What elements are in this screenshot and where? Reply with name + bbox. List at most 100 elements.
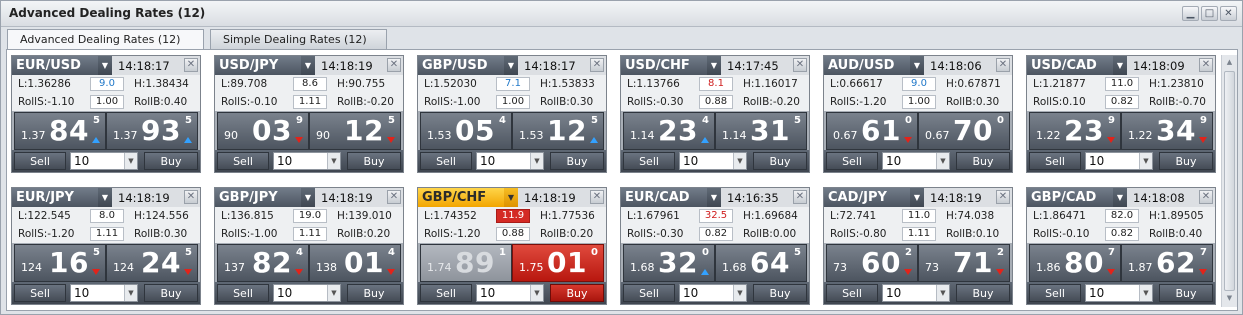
sell-price[interactable]: 1.68 32 0 [623, 244, 715, 282]
currency-pair-label[interactable]: GBP/USD [418, 56, 504, 75]
sell-button[interactable]: Sell [420, 284, 472, 302]
quantity-select[interactable]: 10 ▼ [1085, 152, 1153, 170]
buy-price[interactable]: 1.14 31 5 [715, 112, 807, 150]
close-tile-icon[interactable]: ✕ [1199, 58, 1213, 72]
sell-price[interactable]: 1.37 84 5 [14, 112, 106, 150]
quantity-select[interactable]: 10 ▼ [679, 152, 747, 170]
scrollbar-thumb[interactable] [1224, 71, 1235, 291]
quantity-select[interactable]: 10 ▼ [70, 284, 138, 302]
sell-button[interactable]: Sell [420, 152, 472, 170]
buy-price[interactable]: 124 24 5 [106, 244, 198, 282]
buy-price[interactable]: 1.87 62 7 [1121, 244, 1213, 282]
sell-button[interactable]: Sell [623, 284, 675, 302]
sell-button[interactable]: Sell [14, 152, 66, 170]
close-tile-icon[interactable]: ✕ [996, 58, 1010, 72]
currency-pair-label[interactable]: EUR/CAD [621, 188, 707, 207]
quantity-select[interactable]: 10 ▼ [273, 284, 341, 302]
pair-dropdown-icon[interactable]: ▼ [504, 56, 518, 75]
sell-button[interactable]: Sell [217, 152, 269, 170]
close-tile-icon[interactable]: ✕ [793, 58, 807, 72]
buy-button[interactable]: Buy [1159, 284, 1213, 302]
sell-price[interactable]: 1.22 23 9 [1029, 112, 1121, 150]
buy-button[interactable]: Buy [550, 284, 604, 302]
tab-simple-dealing-rates[interactable]: Simple Dealing Rates (12) [210, 29, 387, 49]
close-tile-icon[interactable]: ✕ [793, 190, 807, 204]
buy-button[interactable]: Buy [347, 152, 401, 170]
buy-button[interactable]: Buy [347, 284, 401, 302]
buy-button[interactable]: Buy [144, 152, 198, 170]
close-tile-icon[interactable]: ✕ [184, 190, 198, 204]
sell-price[interactable]: 1.74 89 1 [420, 244, 512, 282]
sell-price[interactable]: 90 03 9 [217, 112, 309, 150]
sell-button[interactable]: Sell [217, 284, 269, 302]
close-tile-icon[interactable]: ✕ [996, 190, 1010, 204]
currency-pair-label[interactable]: EUR/JPY [12, 188, 98, 207]
pair-dropdown-icon[interactable]: ▼ [504, 188, 518, 207]
chevron-down-icon[interactable]: ▼ [530, 285, 543, 301]
currency-pair-label[interactable]: GBP/CAD [1027, 188, 1113, 207]
currency-pair-label[interactable]: USD/CHF [621, 56, 707, 75]
quantity-select[interactable]: 10 ▼ [882, 152, 950, 170]
sell-price[interactable]: 137 82 4 [217, 244, 309, 282]
buy-price[interactable]: 1.22 34 9 [1121, 112, 1213, 150]
sell-price[interactable]: 1.86 80 7 [1029, 244, 1121, 282]
vertical-scrollbar[interactable]: ▲ ▼ [1221, 55, 1237, 307]
buy-button[interactable]: Buy [956, 152, 1010, 170]
sell-price[interactable]: 124 16 5 [14, 244, 106, 282]
pair-dropdown-icon[interactable]: ▼ [98, 56, 112, 75]
buy-price[interactable]: 1.53 12 5 [512, 112, 604, 150]
buy-button[interactable]: Buy [753, 284, 807, 302]
sell-button[interactable]: Sell [826, 284, 878, 302]
sell-price[interactable]: 1.53 05 4 [420, 112, 512, 150]
buy-button[interactable]: Buy [550, 152, 604, 170]
chevron-down-icon[interactable]: ▼ [327, 153, 340, 169]
chevron-down-icon[interactable]: ▼ [1139, 153, 1152, 169]
tab-advanced-dealing-rates[interactable]: Advanced Dealing Rates (12) [7, 29, 204, 50]
chevron-down-icon[interactable]: ▼ [1139, 285, 1152, 301]
close-tile-icon[interactable]: ✕ [590, 58, 604, 72]
chevron-down-icon[interactable]: ▼ [124, 285, 137, 301]
chevron-down-icon[interactable]: ▼ [936, 153, 949, 169]
close-tile-icon[interactable]: ✕ [184, 58, 198, 72]
pair-dropdown-icon[interactable]: ▼ [910, 188, 924, 207]
sell-button[interactable]: Sell [623, 152, 675, 170]
scroll-up-icon[interactable]: ▲ [1224, 57, 1235, 68]
sell-price[interactable]: 0.67 61 0 [826, 112, 918, 150]
close-tile-icon[interactable]: ✕ [387, 190, 401, 204]
chevron-down-icon[interactable]: ▼ [733, 153, 746, 169]
buy-price[interactable]: 0.67 70 0 [918, 112, 1010, 150]
pair-dropdown-icon[interactable]: ▼ [301, 56, 315, 75]
currency-pair-label[interactable]: USD/JPY [215, 56, 301, 75]
scroll-down-icon[interactable]: ▼ [1224, 293, 1235, 304]
chevron-down-icon[interactable]: ▼ [327, 285, 340, 301]
minimize-icon[interactable]: ▁ [1182, 6, 1199, 21]
buy-price[interactable]: 1.37 93 5 [106, 112, 198, 150]
maximize-icon[interactable]: □ [1201, 6, 1218, 21]
quantity-select[interactable]: 10 ▼ [882, 284, 950, 302]
buy-price[interactable]: 1.68 64 5 [715, 244, 807, 282]
buy-price[interactable]: 73 71 2 [918, 244, 1010, 282]
currency-pair-label[interactable]: EUR/USD [12, 56, 98, 75]
sell-button[interactable]: Sell [1029, 284, 1081, 302]
close-tile-icon[interactable]: ✕ [1199, 190, 1213, 204]
buy-price[interactable]: 138 01 4 [309, 244, 401, 282]
currency-pair-label[interactable]: USD/CAD [1027, 56, 1113, 75]
close-tile-icon[interactable]: ✕ [590, 190, 604, 204]
currency-pair-label[interactable]: GBP/CHF [418, 188, 504, 207]
pair-dropdown-icon[interactable]: ▼ [301, 188, 315, 207]
quantity-select[interactable]: 10 ▼ [70, 152, 138, 170]
pair-dropdown-icon[interactable]: ▼ [98, 188, 112, 207]
chevron-down-icon[interactable]: ▼ [733, 285, 746, 301]
pair-dropdown-icon[interactable]: ▼ [1113, 56, 1127, 75]
chevron-down-icon[interactable]: ▼ [124, 153, 137, 169]
quantity-select[interactable]: 10 ▼ [679, 284, 747, 302]
sell-button[interactable]: Sell [826, 152, 878, 170]
buy-button[interactable]: Buy [144, 284, 198, 302]
chevron-down-icon[interactable]: ▼ [530, 153, 543, 169]
pair-dropdown-icon[interactable]: ▼ [1113, 188, 1127, 207]
quantity-select[interactable]: 10 ▼ [273, 152, 341, 170]
chevron-down-icon[interactable]: ▼ [936, 285, 949, 301]
currency-pair-label[interactable]: GBP/JPY [215, 188, 301, 207]
pair-dropdown-icon[interactable]: ▼ [707, 56, 721, 75]
quantity-select[interactable]: 10 ▼ [476, 284, 544, 302]
